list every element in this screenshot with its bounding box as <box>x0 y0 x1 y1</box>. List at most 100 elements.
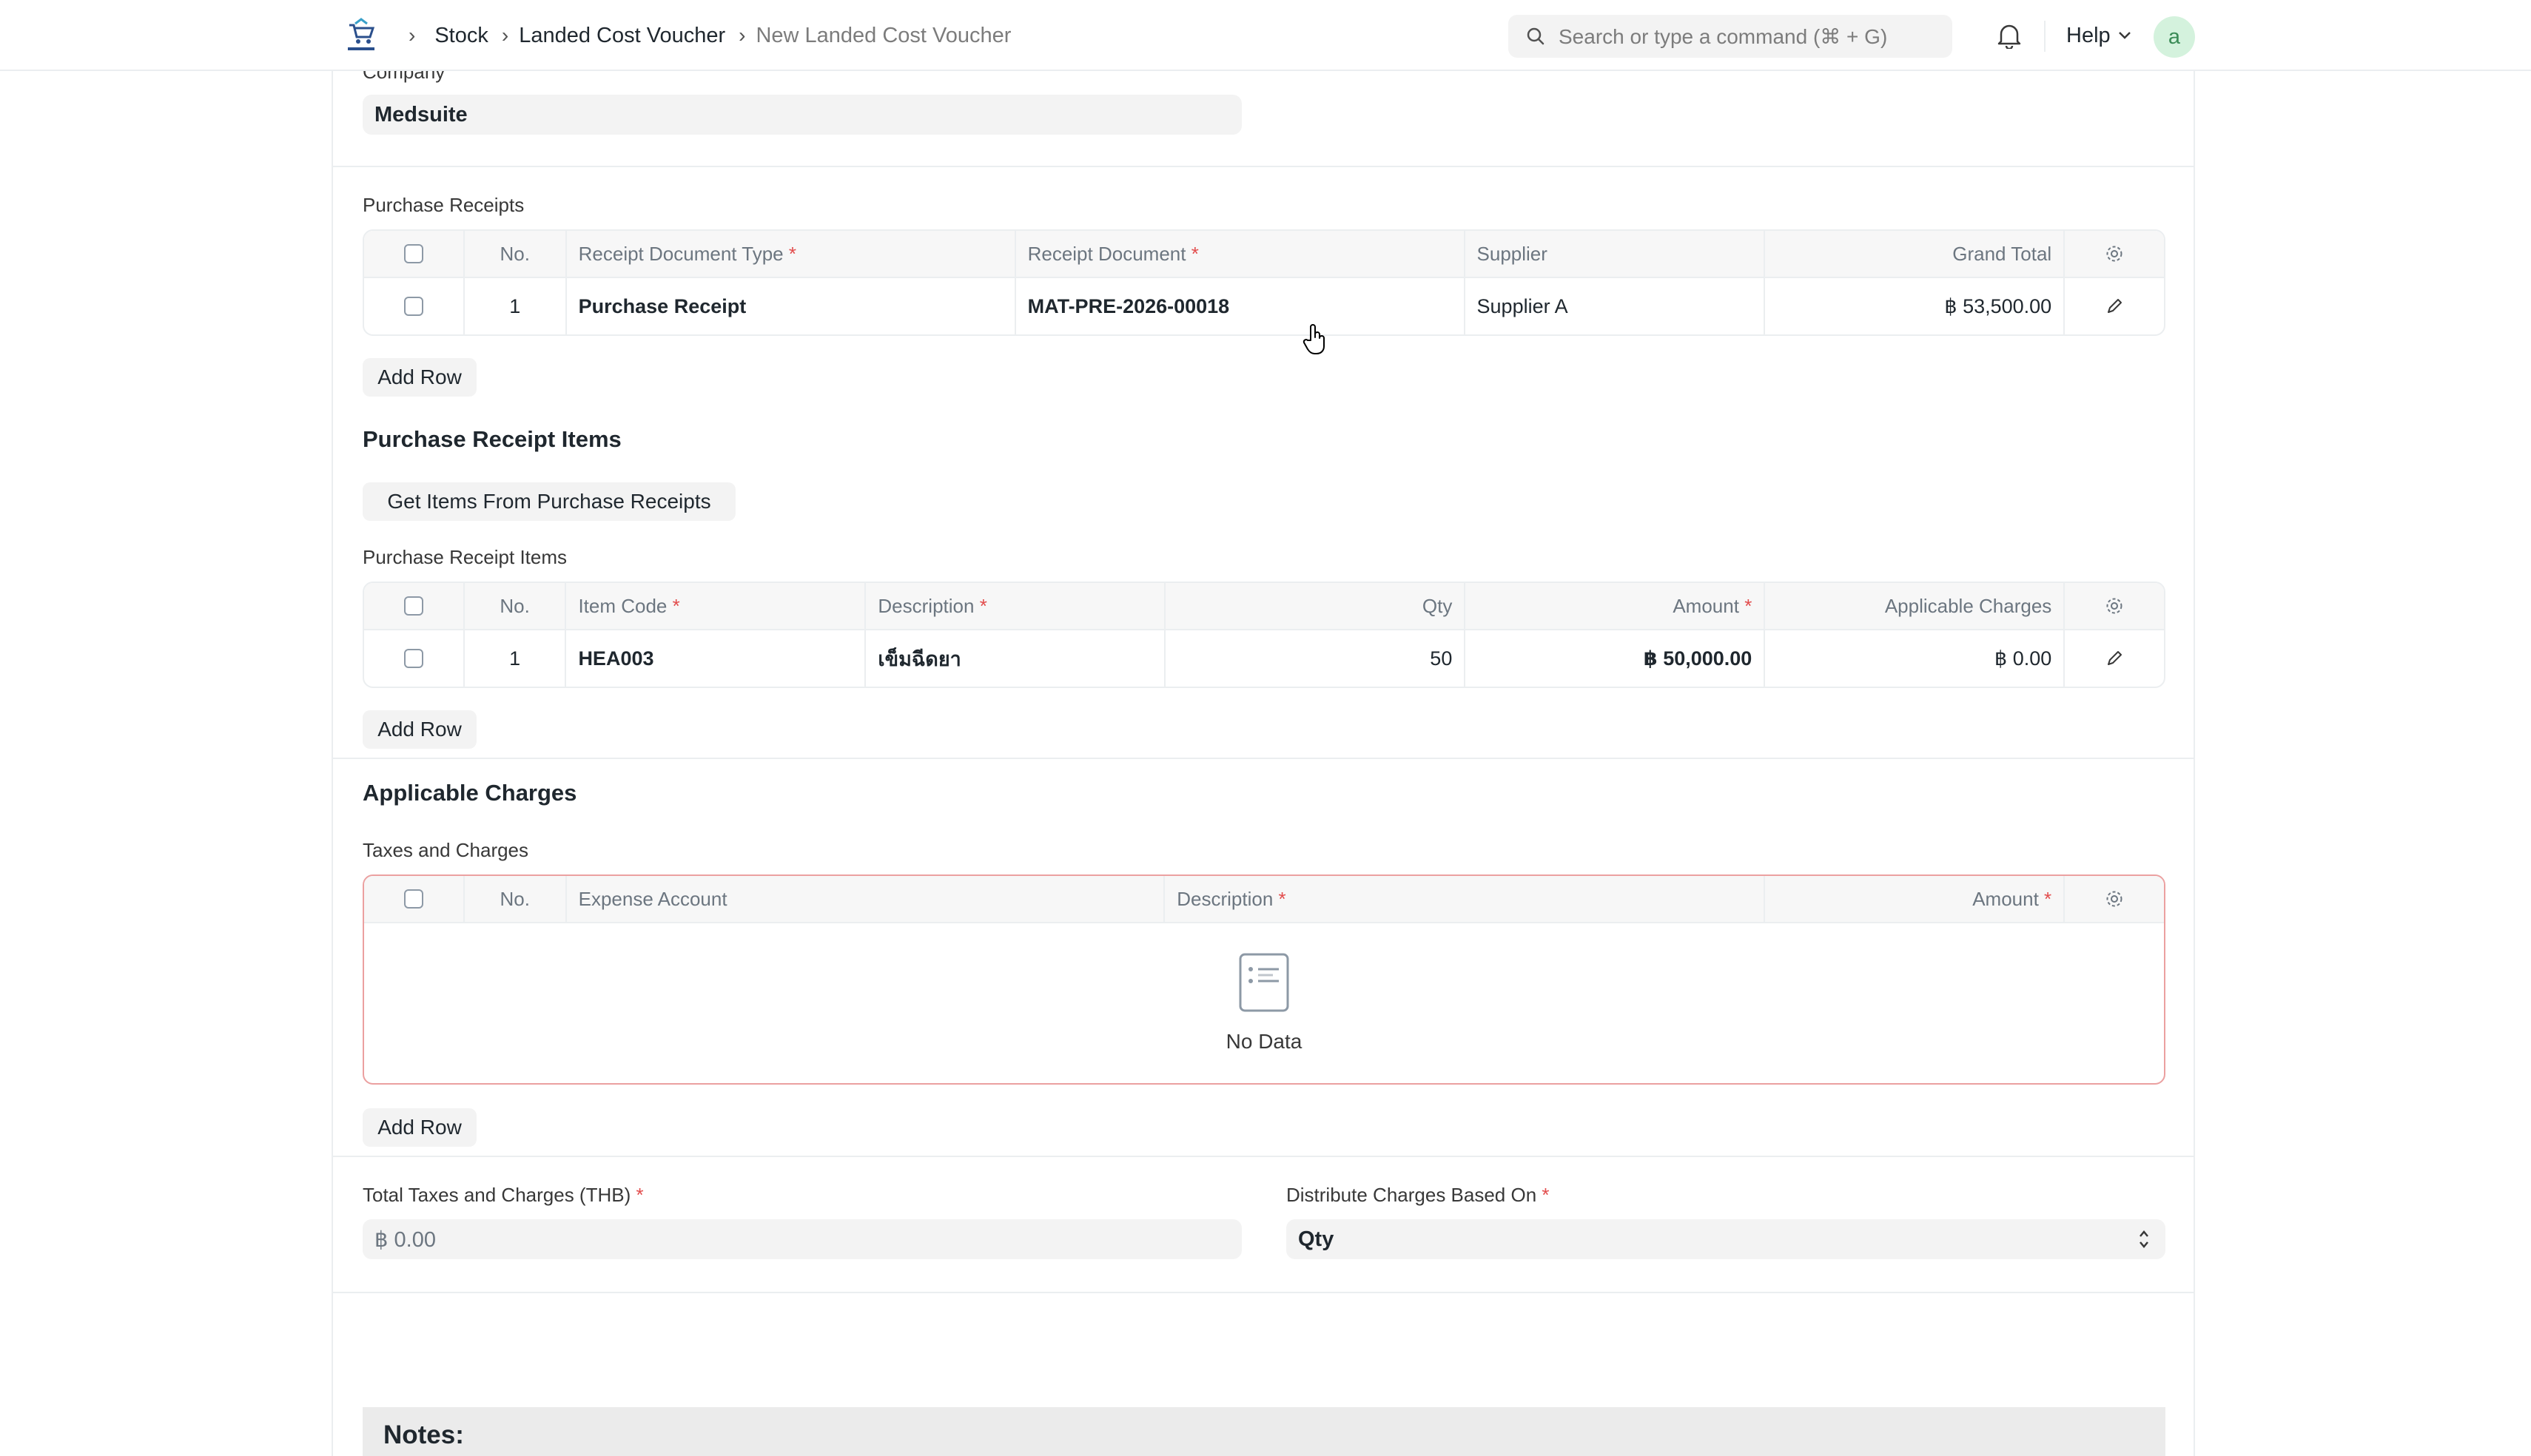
cell-qty[interactable]: 50 <box>1166 630 1466 687</box>
edit-pencil-icon[interactable] <box>2105 650 2123 667</box>
settings-gear-icon[interactable] <box>2105 244 2124 263</box>
column-settings-cell <box>2065 583 2164 629</box>
help-label: Help <box>2066 23 2111 47</box>
required-mark: * <box>636 1184 644 1206</box>
purchase-receipt-items-title: Purchase Receipt Items <box>363 426 622 452</box>
cell-grand-total[interactable]: ฿ 53,500.00 <box>1765 278 2066 334</box>
select-all-cell <box>364 583 465 629</box>
header-supplier: Supplier <box>1465 231 1765 277</box>
header-item-code: Item Code * <box>566 583 867 629</box>
header-no: No. <box>465 583 567 629</box>
cell-item-code[interactable]: HEA003 <box>566 630 867 687</box>
header-receipt-document-type: Receipt Document Type * <box>567 231 1016 277</box>
section-divider <box>333 1292 2194 1293</box>
select-arrows-icon <box>2140 1230 2148 1248</box>
purchase-receipts-table: No. Receipt Document Type * Receipt Docu… <box>363 229 2165 336</box>
header-amount: Amount * <box>1765 876 2066 922</box>
row-select-cell <box>364 630 465 687</box>
row-checkbox[interactable] <box>403 297 423 316</box>
header-grand-total: Grand Total <box>1765 231 2066 277</box>
total-taxes-field[interactable]: ฿ 0.00 <box>363 1219 1242 1259</box>
breadcrumb: › Stock › Landed Cost Voucher › New Land… <box>403 0 1011 71</box>
purchase-receipt-items-label: Purchase Receipt Items <box>363 546 568 568</box>
header-text: Item Code <box>578 594 668 617</box>
header-no: No. <box>465 231 567 277</box>
get-items-button[interactable]: Get Items From Purchase Receipts <box>363 482 736 521</box>
logo-icon[interactable] <box>343 18 379 53</box>
header-expense-account: Expense Account <box>567 876 1166 922</box>
row-checkbox[interactable] <box>403 649 423 668</box>
purchase-receipt-items-table: No. Item Code * Description * Qty Amount… <box>363 582 2165 688</box>
header-text: Amount <box>1972 887 2039 910</box>
header-qty: Qty <box>1166 583 1466 629</box>
bell-icon[interactable] <box>1997 22 2022 49</box>
cell-description[interactable]: เข็มฉีดยา <box>866 630 1166 687</box>
avatar[interactable]: a <box>2154 16 2195 58</box>
company-field[interactable]: Medsuite <box>363 95 1242 135</box>
select-all-checkbox[interactable] <box>403 244 423 263</box>
required-mark: * <box>1744 594 1752 617</box>
cell-applicable-charges[interactable]: ฿ 0.00 <box>1765 630 2066 687</box>
taxes-and-charges-label: Taxes and Charges <box>363 839 529 861</box>
select-all-cell <box>364 231 465 277</box>
row-select-cell <box>364 278 465 334</box>
help-dropdown[interactable]: Help <box>2066 0 2131 71</box>
distribute-charges-label: Distribute Charges Based On * <box>1286 1184 1550 1207</box>
header-description: Description * <box>866 583 1166 629</box>
section-divider <box>333 1156 2194 1157</box>
navbar-divider <box>2044 21 2046 52</box>
distribute-charges-value: Qty <box>1298 1227 1334 1251</box>
distribute-charges-select[interactable]: Qty <box>1286 1219 2165 1259</box>
no-data-icon <box>1239 953 1289 1012</box>
search-bar[interactable]: Search or type a command (⌘ + G) <box>1508 15 1952 58</box>
add-row-button[interactable]: Add Row <box>363 710 477 749</box>
required-mark: * <box>788 242 796 265</box>
chevron-down-icon <box>2118 32 2131 39</box>
table-header: No. Item Code * Description * Qty Amount… <box>364 583 2164 629</box>
breadcrumb-current: New Landed Cost Voucher <box>756 23 1012 47</box>
required-mark: * <box>2044 887 2052 910</box>
table-header: No. Receipt Document Type * Receipt Docu… <box>364 231 2164 277</box>
column-settings-cell <box>2065 876 2164 922</box>
table-header: No. Expense Account Description * Amount… <box>364 876 2164 922</box>
table-row[interactable]: 1 HEA003 เข็มฉีดยา 50 ฿ 50,000.00 ฿ 0.00 <box>364 629 2164 687</box>
select-all-checkbox[interactable] <box>403 889 423 909</box>
breadcrumb-separator: › <box>409 24 416 47</box>
edit-row-cell <box>2065 278 2164 334</box>
required-mark: * <box>1542 1184 1550 1206</box>
cell-receipt-document[interactable]: MAT-PRE-2026-00018 <box>1016 278 1465 334</box>
cell-receipt-document-type[interactable]: Purchase Receipt <box>567 278 1016 334</box>
search-placeholder: Search or type a command (⌘ + G) <box>1559 24 1888 48</box>
required-mark: * <box>979 594 987 617</box>
header-description: Description * <box>1165 876 1765 922</box>
edit-pencil-icon[interactable] <box>2105 297 2123 315</box>
taxes-and-charges-table: No. Expense Account Description * Amount… <box>363 874 2165 1085</box>
breadcrumb-landed-cost-voucher[interactable]: Landed Cost Voucher <box>519 24 725 48</box>
row-no: 1 <box>465 630 567 687</box>
search-icon <box>1527 27 1545 45</box>
cell-amount[interactable]: ฿ 50,000.00 <box>1465 630 1766 687</box>
add-row-button[interactable]: Add Row <box>363 1108 477 1147</box>
hand-cursor-icon <box>1303 324 1325 354</box>
navbar: › Stock › Landed Cost Voucher › New Land… <box>0 0 2531 71</box>
table-row[interactable]: 1 Purchase Receipt MAT-PRE-2026-00018 Su… <box>364 277 2164 334</box>
breadcrumb-separator: › <box>739 24 746 47</box>
edit-row-cell <box>2065 630 2164 687</box>
settings-gear-icon[interactable] <box>2105 889 2124 909</box>
header-text: Description <box>878 594 975 617</box>
no-data-text: No Data <box>1226 1030 1303 1053</box>
header-text: Description <box>1177 887 1274 910</box>
header-text: Receipt Document Type <box>578 242 784 265</box>
select-all-checkbox[interactable] <box>403 596 423 616</box>
add-row-button[interactable]: Add Row <box>363 358 477 397</box>
no-data-placeholder: No Data <box>364 922 2164 1083</box>
section-divider <box>333 758 2194 759</box>
header-amount: Amount * <box>1465 583 1766 629</box>
section-divider <box>333 166 2194 167</box>
label-text: Distribute Charges Based On <box>1286 1184 1537 1206</box>
breadcrumb-stock[interactable]: Stock <box>434 24 488 48</box>
header-receipt-document: Receipt Document * <box>1016 231 1465 277</box>
cell-supplier[interactable]: Supplier A <box>1465 278 1765 334</box>
settings-gear-icon[interactable] <box>2105 596 2124 616</box>
header-text: Amount <box>1673 594 1739 617</box>
